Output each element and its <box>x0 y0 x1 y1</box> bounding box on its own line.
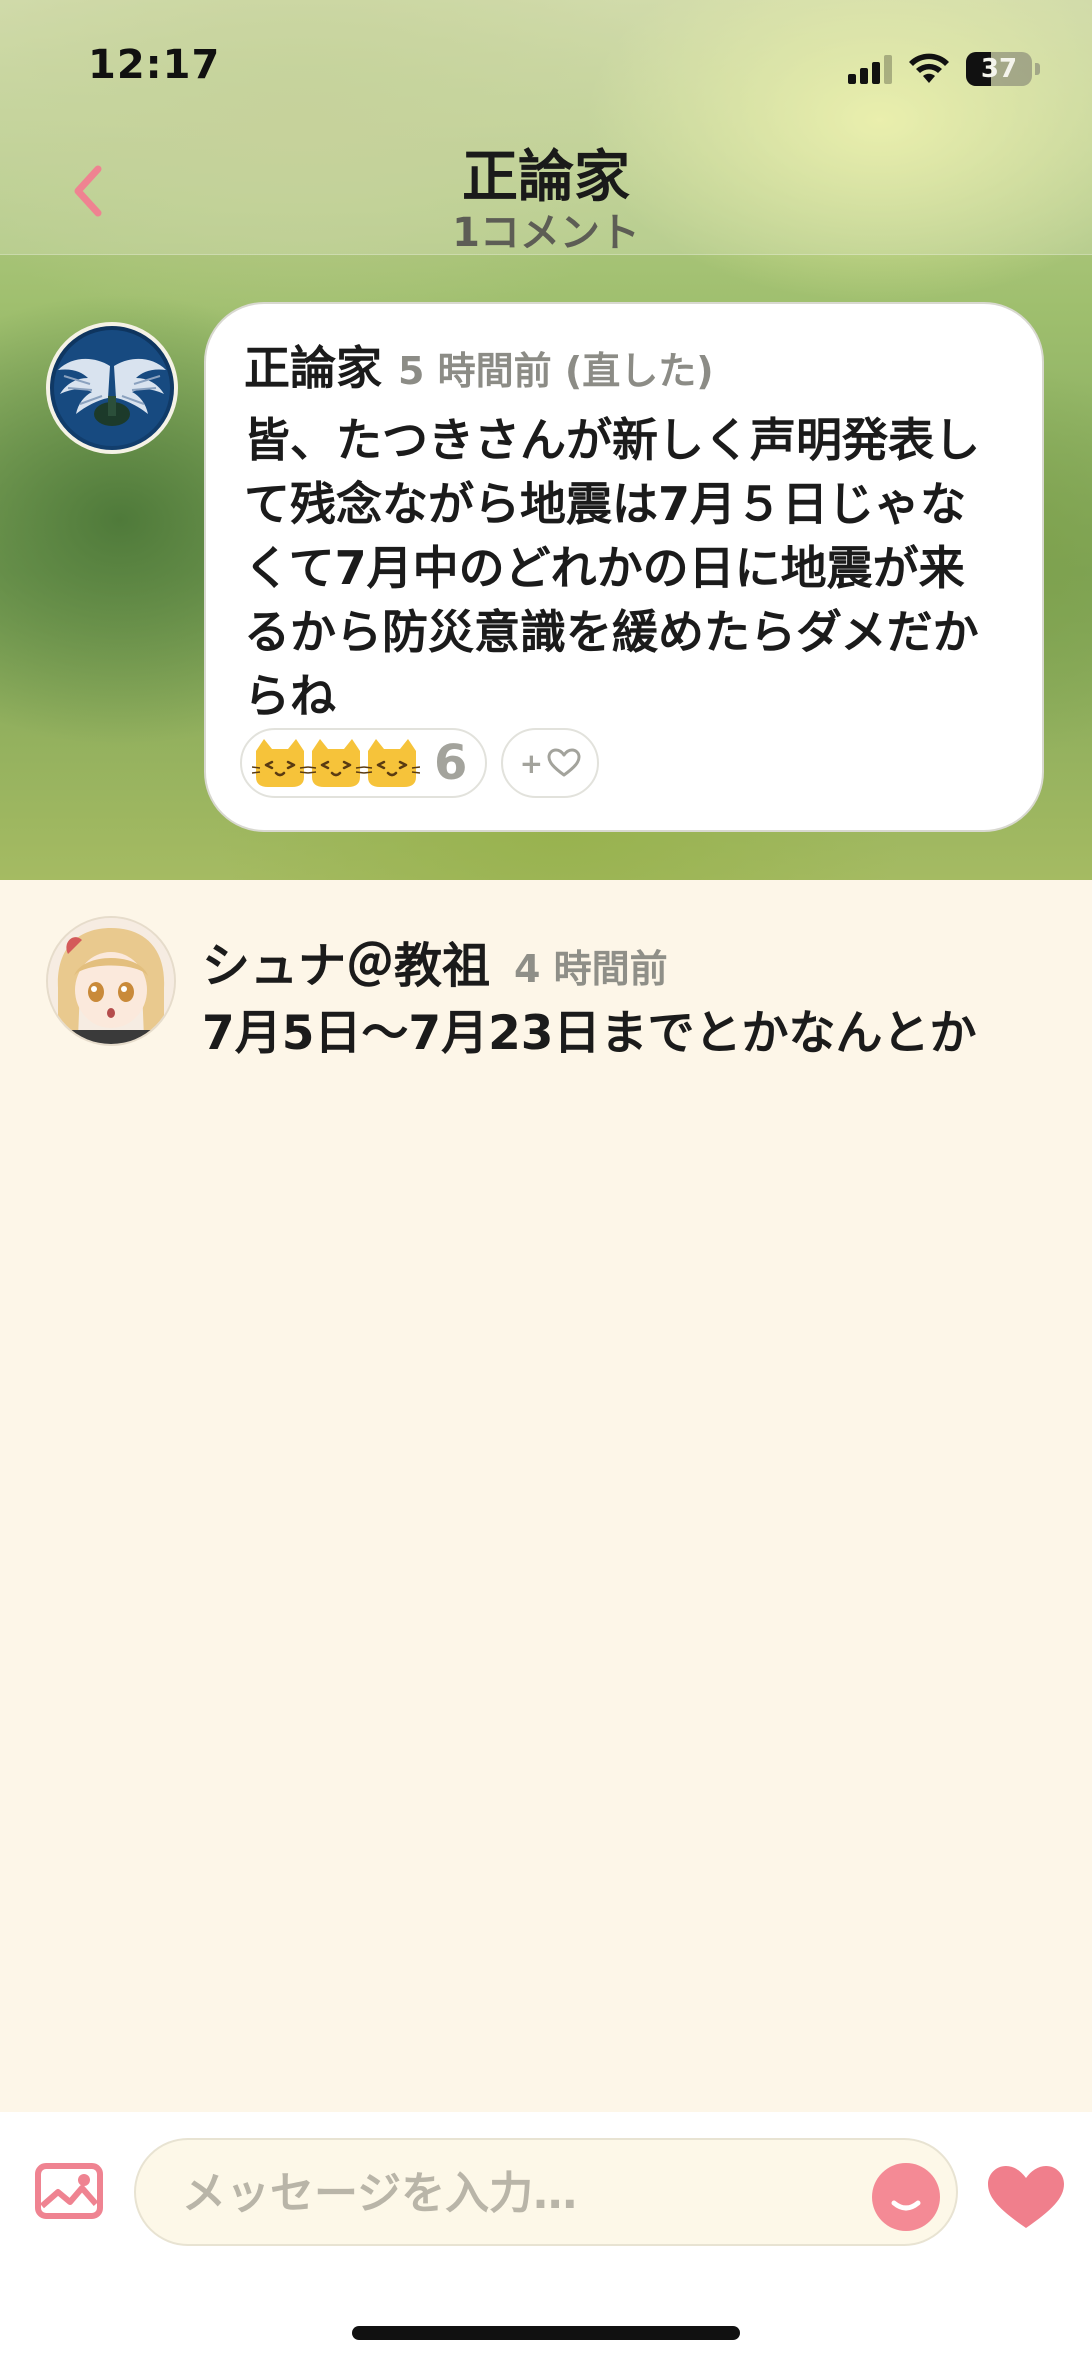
battery-tip <box>1035 63 1040 75</box>
anime-character-avatar-image <box>48 918 174 1044</box>
status-time: 12:17 <box>88 42 221 88</box>
comment-author-name[interactable]: シュナ＠教祖 <box>202 926 490 996</box>
comment-timestamp: 4 時間前 <box>514 947 668 991</box>
reaction-count: 6 <box>434 735 468 791</box>
emoji-button[interactable] <box>872 2163 940 2231</box>
cellular-signal-icon <box>848 54 892 84</box>
cat-face-icons <box>252 739 420 787</box>
cat-face-icon <box>252 739 309 787</box>
battery-level: 37 <box>980 54 1018 84</box>
post-body-text: 皆、たつきさんが新しく声明発表して残念ながら地震は7月５日じゃなくて7月中のどれ… <box>244 413 980 723</box>
comment-header: シュナ＠教祖 4 時間前 <box>202 926 668 996</box>
wifi-icon <box>909 53 949 83</box>
comment-count: 1コメント <box>452 210 640 256</box>
home-indicator[interactable] <box>352 2326 740 2340</box>
message-input-container <box>134 2138 958 2246</box>
like-button[interactable] <box>986 2164 1066 2232</box>
post-card[interactable]: 正論家 5 時間前 (直した) 皆、たつきさんが新しく声明発表して残念ながら地震… <box>204 302 1044 832</box>
cat-reaction-pill[interactable]: 6 <box>240 728 488 798</box>
comment-body-text: 7月5日〜7月23日までとかなんとか <box>202 1006 977 1061</box>
battery-icon: 37 <box>966 52 1032 86</box>
attach-image-button[interactable] <box>34 2162 104 2220</box>
message-input[interactable] <box>182 2160 822 2226</box>
add-reaction-button[interactable]: + <box>501 728 600 798</box>
comment-author-avatar[interactable] <box>46 916 176 1046</box>
add-reaction-plus: + <box>519 746 544 780</box>
wings-avatar-image <box>54 330 170 446</box>
heart-icon <box>988 2166 1064 2228</box>
smiley-icon <box>891 2200 921 2211</box>
post-author-avatar[interactable] <box>46 322 178 454</box>
image-icon <box>35 2163 103 2219</box>
cat-face-icon <box>363 739 420 787</box>
post-header: 正論家 5 時間前 (直した) <box>244 332 1004 398</box>
heart-outline-icon <box>547 748 581 777</box>
cat-face-icon <box>307 739 365 787</box>
reaction-row: 6 + <box>240 728 600 798</box>
status-icons: 37 <box>848 50 1040 88</box>
post-timestamp: 5 時間前 (直した) <box>398 349 714 393</box>
post-author-name[interactable]: 正論家 <box>244 332 382 398</box>
